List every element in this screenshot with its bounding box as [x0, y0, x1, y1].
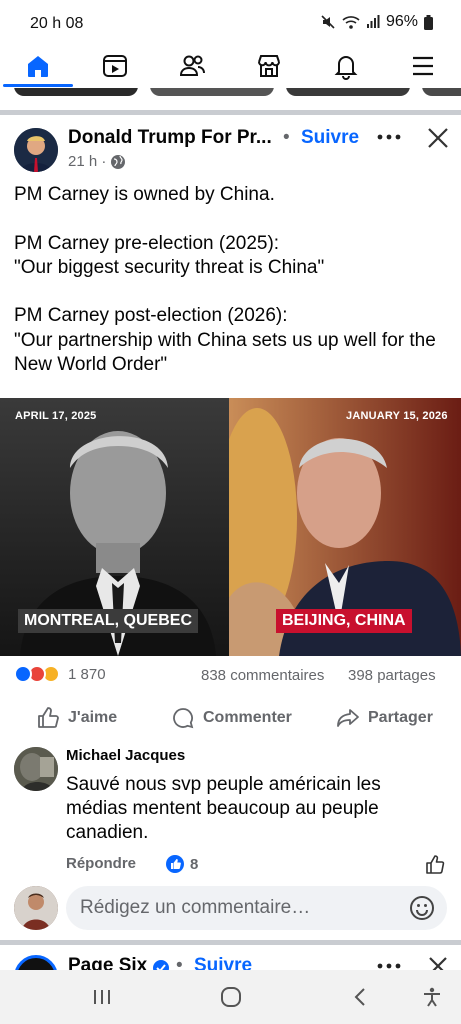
recents-button[interactable]: [89, 984, 115, 1010]
post-line: [14, 207, 454, 231]
reactions-count: 1 870: [68, 665, 106, 683]
nav-video[interactable]: [97, 48, 133, 84]
story-card[interactable]: [14, 88, 138, 96]
video-icon: [103, 55, 127, 77]
shares-count[interactable]: 398 partages: [348, 667, 436, 684]
close-icon: [428, 128, 448, 148]
post-more-button[interactable]: [375, 124, 403, 150]
back-button[interactable]: [347, 984, 373, 1010]
like-comment-button[interactable]: [425, 855, 445, 875]
post-line: "Our partnership with China sets us up w…: [14, 329, 436, 376]
more-dots-icon[interactable]: [377, 963, 401, 969]
recents-icon: [94, 990, 110, 1004]
author-avatar[interactable]: [14, 128, 58, 172]
thumbs-up-outline-icon: [426, 855, 445, 874]
share-button[interactable]: Partager: [336, 704, 433, 732]
status-time: 20 h 08: [30, 15, 84, 32]
comment-likes-count: 8: [190, 855, 199, 873]
nav-menu[interactable]: [405, 48, 441, 84]
battery-percent: 96%: [385, 13, 418, 30]
post-time[interactable]: 21 h ·: [68, 153, 106, 170]
more-dots-icon: [377, 134, 401, 140]
emoji-button[interactable]: [409, 895, 435, 921]
feed-separator: [0, 110, 461, 115]
comment-label: Commenter: [203, 709, 292, 726]
globe-icon: [111, 154, 126, 169]
menu-icon: [413, 56, 433, 76]
emoji-icon: [410, 896, 434, 920]
comments-count[interactable]: 838 commentaires: [201, 667, 324, 684]
feed-separator: [0, 940, 461, 945]
nav-home[interactable]: [20, 48, 56, 84]
reaction-icons: [14, 665, 60, 683]
header-dot: •: [283, 127, 290, 148]
my-avatar[interactable]: [14, 886, 58, 930]
post-line: PM Carney pre-election (2025):: [14, 232, 280, 254]
post-author-name[interactable]: Donald Trump For Pr...: [68, 127, 272, 149]
marketplace-icon: [258, 55, 280, 77]
story-card[interactable]: [286, 88, 410, 96]
nav-friends[interactable]: [174, 48, 210, 84]
home-system-button[interactable]: [218, 984, 244, 1010]
comment-text: Sauvé nous svp peuple américain les médi…: [66, 774, 381, 843]
back-icon: [354, 988, 365, 1006]
hide-post-button[interactable]: [426, 126, 450, 150]
thumbs-up-icon: [38, 707, 59, 728]
like-badge-icon: [166, 855, 184, 873]
status-icons: 96%: [320, 13, 433, 31]
image-date-left: APRIL 17, 2025: [15, 410, 97, 422]
home-icon: [28, 56, 48, 77]
image-date-right: JANUARY 15, 2026: [346, 410, 448, 422]
post-body: PM Carney is owned by China. PM Carney p…: [14, 183, 454, 377]
notifications-icon: [334, 56, 358, 80]
reactions-summary[interactable]: 1 870: [14, 665, 106, 683]
like-reaction-icon: [14, 665, 32, 683]
story-card[interactable]: [422, 88, 461, 96]
post-meta: 21 h ·: [68, 153, 126, 170]
comment-likes[interactable]: 8: [166, 855, 198, 873]
share-icon: [337, 709, 359, 727]
nav-notifications[interactable]: [328, 48, 364, 84]
comment-icon: [173, 708, 194, 729]
comment-input[interactable]: [66, 886, 447, 930]
nav-active-indicator: [3, 84, 73, 87]
image-label-right: BEIJING, CHINA: [276, 609, 412, 633]
like-button[interactable]: J'aime: [36, 704, 117, 732]
follow-button[interactable]: Suivre: [301, 127, 359, 149]
comment-author[interactable]: Michael Jacques: [66, 747, 185, 764]
reply-button[interactable]: Répondre: [66, 855, 136, 872]
accessibility-button[interactable]: [419, 984, 445, 1010]
post-line: "Our biggest security threat is China": [14, 256, 325, 278]
commenter-avatar[interactable]: [14, 747, 58, 791]
stories-strip[interactable]: [0, 88, 461, 98]
share-label: Partager: [368, 709, 433, 726]
accessibility-icon: [424, 987, 440, 1007]
mute-icon: [321, 15, 335, 29]
friends-icon: [179, 55, 205, 76]
signal-icon: [366, 15, 380, 28]
top-navbar: [0, 44, 461, 88]
wifi-icon: [342, 16, 360, 29]
post-line: PM Carney is owned by China.: [14, 184, 275, 205]
post-line: [14, 280, 454, 304]
comment-button[interactable]: Commenter: [171, 704, 292, 732]
image-label-left: MONTREAL, QUEBEC: [18, 609, 198, 633]
like-label: J'aime: [68, 709, 118, 726]
story-card[interactable]: [150, 88, 274, 96]
nav-marketplace[interactable]: [251, 48, 287, 84]
status-bar: 20 h 08 96%: [0, 0, 461, 44]
post-line: PM Carney post-election (2026):: [14, 305, 288, 327]
battery-icon: [424, 14, 433, 30]
system-navigation-bar: [0, 970, 461, 1024]
home-circle-icon: [221, 987, 241, 1007]
